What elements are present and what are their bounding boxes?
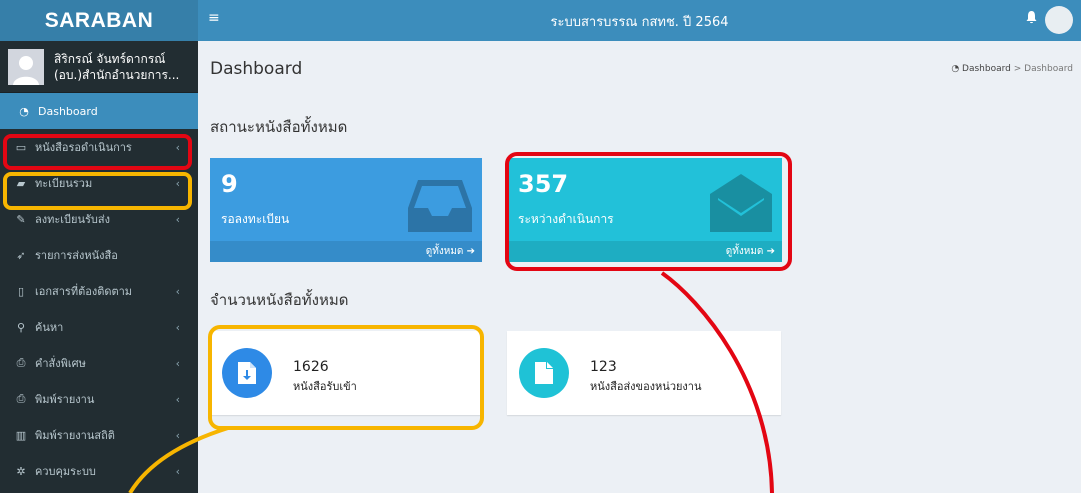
annotation-arrows <box>128 271 774 493</box>
red-arrow-line <box>660 271 774 493</box>
yellow-arrow-line <box>128 426 229 493</box>
